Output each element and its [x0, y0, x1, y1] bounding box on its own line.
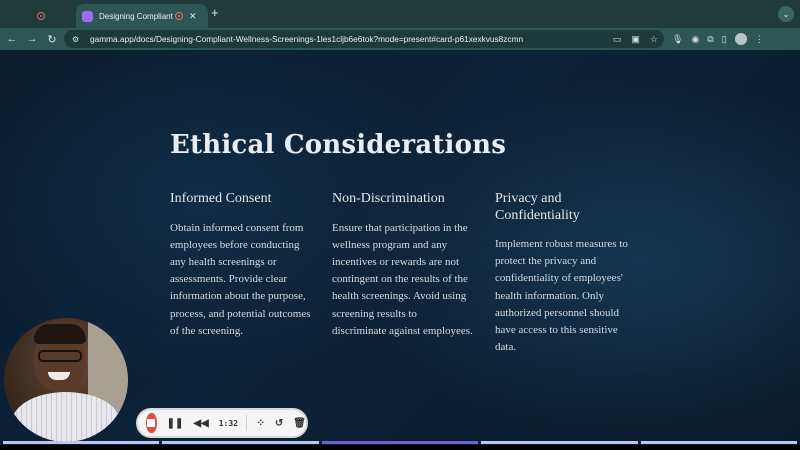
webcam-bubble[interactable]	[4, 318, 128, 442]
recording-timer: 1:32	[218, 418, 238, 428]
tab-active[interactable]: Designing Compliant Wel ✕	[76, 4, 208, 28]
recorder-control-bar: ❚❚ ◀◀ 1:32 ⁘ ↺ 🗑	[136, 408, 308, 438]
address-bar[interactable]: ⚙ gamma.app/docs/Designing-Compliant-Wel…	[64, 30, 664, 48]
column-heading: Privacy and Confidentiality	[495, 191, 580, 223]
cast-icon[interactable]: ▣	[631, 34, 640, 45]
trash-icon[interactable]: 🗑	[293, 418, 306, 429]
slide-title: Ethical Considerations	[170, 130, 507, 160]
column-body: Implement robust measures to protect the…	[495, 238, 628, 354]
tab-search-button[interactable]: ⌄	[778, 6, 794, 22]
column-heading: Non-Discrimination	[332, 191, 445, 206]
divider	[245, 415, 247, 431]
column-body: Ensure that participation in the wellnes…	[332, 221, 473, 337]
profile-avatar[interactable]	[734, 33, 747, 45]
rewind-icon[interactable]: ◀◀	[193, 418, 208, 429]
tab-title: Designing Compliant Wel	[99, 11, 175, 21]
microphone-icon[interactable]: 🎙	[672, 34, 683, 45]
recording-indicator-icon	[37, 12, 45, 20]
extension-record-icon[interactable]: ◉	[691, 34, 699, 45]
pause-icon[interactable]: ❚❚	[167, 418, 184, 429]
webcam-person-glasses	[38, 350, 82, 362]
tab-inactive[interactable]	[8, 5, 74, 27]
close-tab-icon[interactable]: ✕	[189, 11, 197, 22]
column-heading: Informed Consent	[170, 191, 272, 206]
more-menu-icon[interactable]: ⋮	[755, 34, 764, 45]
column-informed-consent: Informed Consent Obtain informed consent…	[170, 191, 312, 340]
back-icon[interactable]: ←	[4, 31, 20, 47]
site-settings-icon[interactable]: ⚙	[72, 35, 84, 44]
extensions-icon[interactable]: ⧉	[707, 34, 713, 45]
blur-icon[interactable]: ⁘	[257, 418, 265, 429]
webcam-person-hair	[34, 324, 86, 344]
forward-icon[interactable]: →	[24, 31, 40, 47]
gamma-icon	[82, 10, 93, 22]
browser-toolbar: ← → ↻ ⚙ gamma.app/docs/Designing-Complia…	[0, 28, 800, 50]
url-text[interactable]: gamma.app/docs/Designing-Compliant-Welln…	[90, 34, 523, 44]
bookmark-star-icon[interactable]: ☆	[650, 34, 658, 45]
reload-icon[interactable]: ↻	[44, 31, 60, 47]
progress-segment[interactable]	[321, 441, 479, 444]
stop-icon	[147, 419, 156, 427]
column-non-discrimination: Non-Discrimination Ensure that participa…	[332, 191, 474, 340]
new-tab-button[interactable]: +	[211, 6, 219, 20]
column-privacy: Privacy and Confidentiality Implement ro…	[495, 191, 637, 356]
stop-recording-button[interactable]	[146, 413, 157, 433]
progress-segment[interactable]	[481, 441, 638, 444]
tab-strip: Designing Compliant Wel ✕ + ⌄	[0, 0, 800, 28]
recording-indicator-icon	[175, 12, 183, 20]
side-panel-icon[interactable]: ▯	[722, 34, 727, 45]
progress-segment[interactable]	[640, 441, 798, 444]
progress-segment[interactable]	[162, 441, 319, 444]
column-body: Obtain informed consent from employees b…	[170, 221, 311, 337]
camera-icon[interactable]: ▭	[613, 34, 622, 45]
restart-icon[interactable]: ↺	[275, 418, 283, 429]
